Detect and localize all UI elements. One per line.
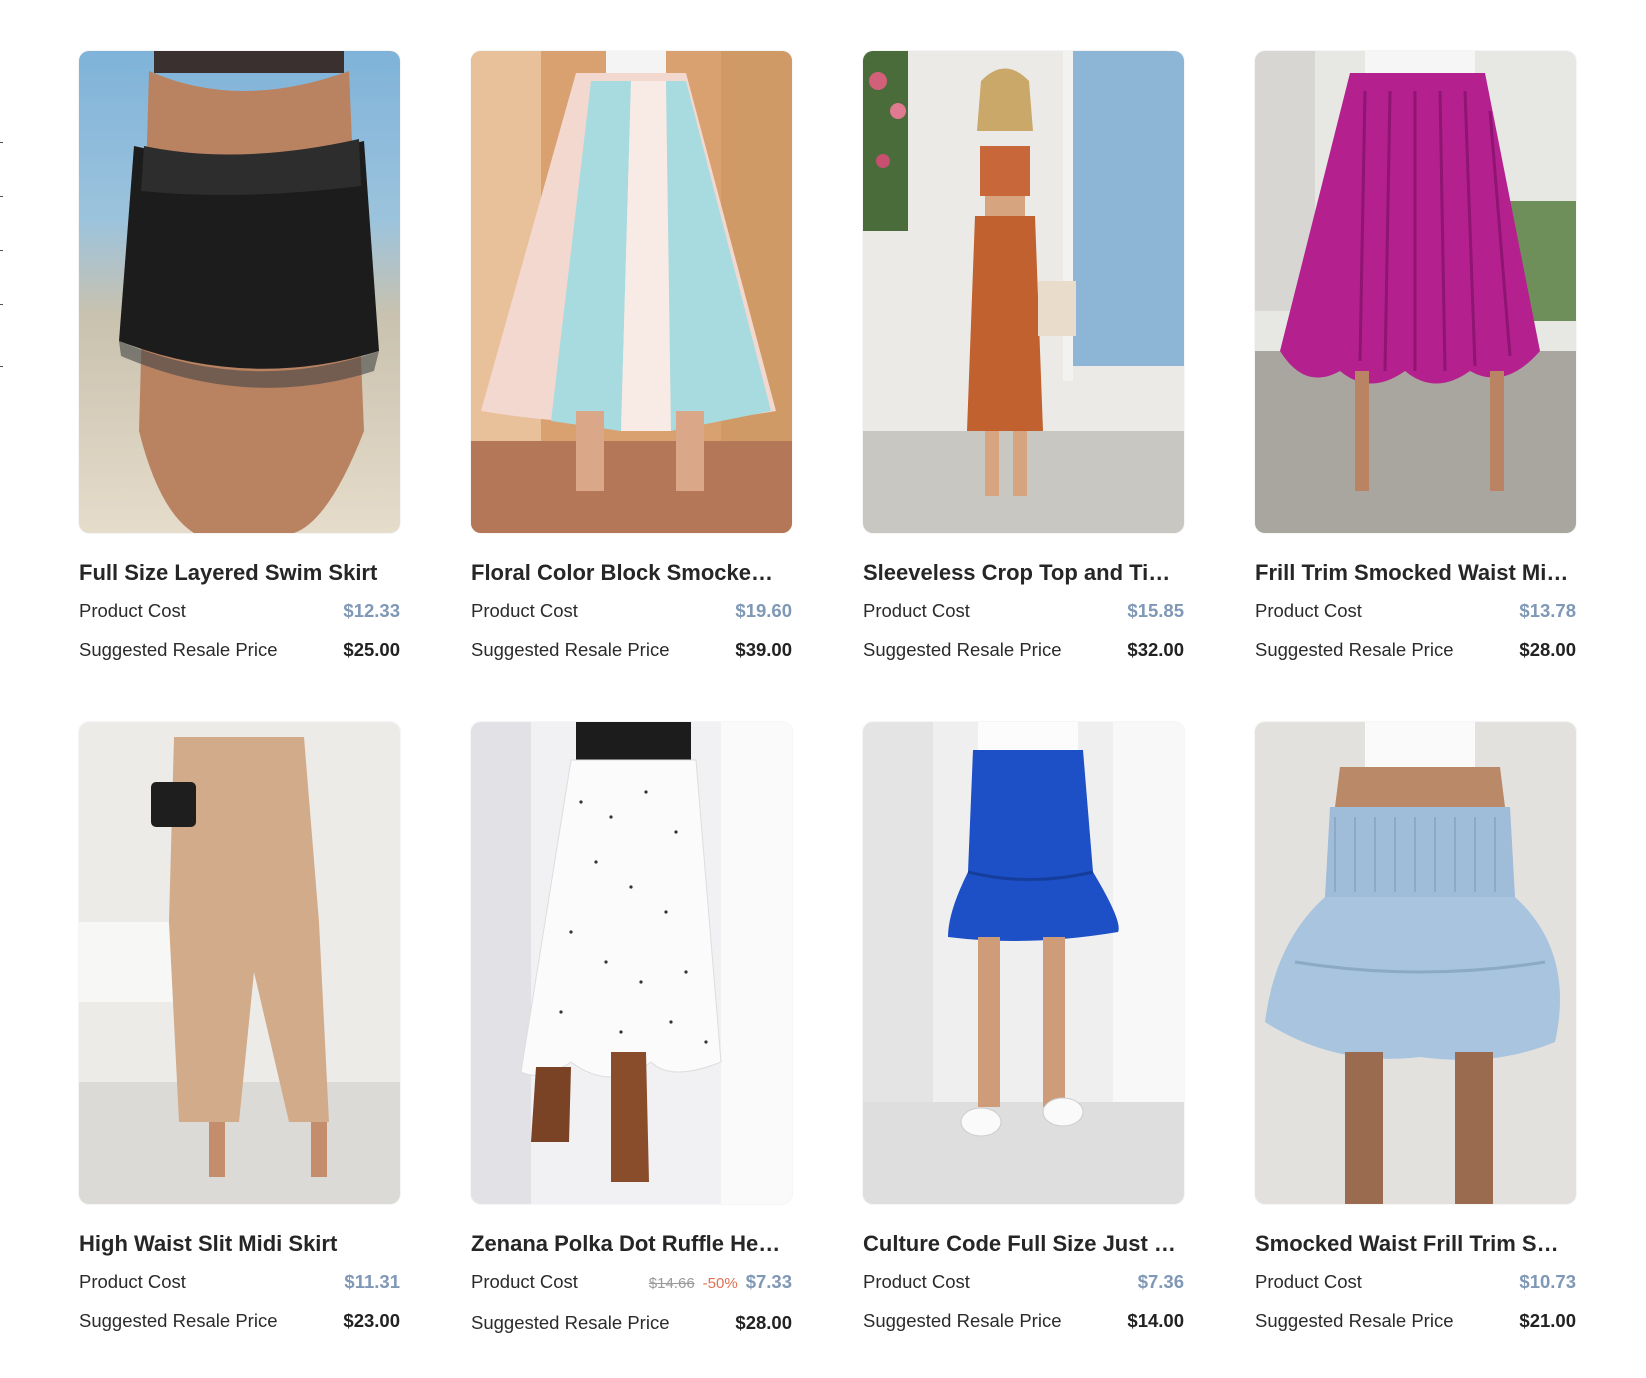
resale-price-row: Suggested Resale Price $21.00 bbox=[1255, 1309, 1576, 1333]
product-card[interactable]: Frill Trim Smocked Waist Mi… Product Cos… bbox=[1255, 51, 1576, 662]
product-cost-value: $11.31 bbox=[344, 1271, 400, 1292]
product-cost-row: Product Cost $19.60 bbox=[471, 599, 792, 623]
product-cost-label: Product Cost bbox=[471, 1271, 578, 1292]
resale-price-row: Suggested Resale Price $28.00 bbox=[1255, 638, 1576, 662]
product-card[interactable]: Smocked Waist Frill Trim S… Product Cost… bbox=[1255, 722, 1576, 1335]
resale-price-value: $39.00 bbox=[735, 639, 792, 660]
resale-price-label: Suggested Resale Price bbox=[1255, 639, 1454, 660]
product-cost-label: Product Cost bbox=[471, 600, 578, 621]
product-image[interactable] bbox=[863, 51, 1184, 533]
product-title[interactable]: Sleeveless Crop Top and Ti… bbox=[863, 559, 1184, 587]
product-cost-value: $19.60 bbox=[735, 600, 792, 621]
product-image[interactable] bbox=[471, 722, 792, 1204]
resale-price-value: $25.00 bbox=[343, 639, 400, 660]
product-cost-value: $7.33 bbox=[745, 1271, 792, 1292]
product-cost-row: Product Cost $7.36 bbox=[863, 1270, 1184, 1294]
resale-price-value: $32.00 bbox=[1127, 639, 1184, 660]
product-cost-label: Product Cost bbox=[1255, 1271, 1362, 1292]
product-card[interactable]: Culture Code Full Size Just … Product Co… bbox=[863, 722, 1184, 1335]
resale-price-row: Suggested Resale Price $28.00 bbox=[471, 1311, 792, 1335]
resale-price-value: $21.00 bbox=[1519, 1310, 1576, 1331]
original-cost-value: $14.66 bbox=[648, 1275, 695, 1292]
product-image[interactable] bbox=[1255, 722, 1576, 1204]
product-cost-row: Product Cost $13.78 bbox=[1255, 599, 1576, 623]
resale-price-label: Suggested Resale Price bbox=[79, 1310, 278, 1331]
product-title[interactable]: High Waist Slit Midi Skirt bbox=[79, 1230, 400, 1258]
product-card[interactable]: Floral Color Block Smocke… Product Cost … bbox=[471, 51, 792, 662]
product-image[interactable] bbox=[79, 722, 400, 1204]
product-cost-value: $12.33 bbox=[343, 600, 400, 621]
resale-price-value: $28.00 bbox=[735, 1312, 792, 1333]
product-title[interactable]: Full Size Layered Swim Skirt bbox=[79, 559, 400, 587]
product-title[interactable]: Zenana Polka Dot Ruffle He… bbox=[471, 1230, 792, 1258]
resale-price-row: Suggested Resale Price $14.00 bbox=[863, 1309, 1184, 1333]
product-cost-value: $15.85 bbox=[1127, 600, 1184, 621]
product-card[interactable]: Full Size Layered Swim Skirt Product Cos… bbox=[79, 51, 400, 662]
product-cost-label: Product Cost bbox=[863, 600, 970, 621]
product-image[interactable] bbox=[471, 51, 792, 533]
product-cost-value: $10.73 bbox=[1519, 1271, 1576, 1292]
product-cost-row: Product Cost $10.73 bbox=[1255, 1270, 1576, 1294]
resale-price-label: Suggested Resale Price bbox=[471, 1312, 670, 1333]
product-cost-values: $14.66 -50% $7.33 bbox=[649, 1270, 792, 1296]
resale-price-value: $23.00 bbox=[343, 1310, 400, 1331]
product-cost-label: Product Cost bbox=[863, 1271, 970, 1292]
product-cost-label: Product Cost bbox=[1255, 600, 1362, 621]
product-card[interactable]: High Waist Slit Midi Skirt Product Cost … bbox=[79, 722, 400, 1335]
product-image[interactable] bbox=[79, 51, 400, 533]
discount-badge: -50% bbox=[702, 1275, 738, 1292]
product-title[interactable]: Frill Trim Smocked Waist Mi… bbox=[1255, 559, 1576, 587]
product-image[interactable] bbox=[863, 722, 1184, 1204]
resale-price-row: Suggested Resale Price $39.00 bbox=[471, 638, 792, 662]
product-image[interactable] bbox=[1255, 51, 1576, 533]
resale-price-row: Suggested Resale Price $25.00 bbox=[79, 638, 400, 662]
product-cost-row: Product Cost $15.85 bbox=[863, 599, 1184, 623]
resale-price-row: Suggested Resale Price $23.00 bbox=[79, 1309, 400, 1333]
left-edge-marks bbox=[0, 0, 4, 400]
product-cost-value: $7.36 bbox=[1137, 1271, 1184, 1292]
resale-price-value: $14.00 bbox=[1127, 1310, 1184, 1331]
product-card[interactable]: Sleeveless Crop Top and Ti… Product Cost… bbox=[863, 51, 1184, 662]
product-grid: Full Size Layered Swim Skirt Product Cos… bbox=[79, 51, 1576, 1335]
product-title[interactable]: Smocked Waist Frill Trim S… bbox=[1255, 1230, 1576, 1258]
resale-price-value: $28.00 bbox=[1519, 639, 1576, 660]
product-cost-label: Product Cost bbox=[79, 600, 186, 621]
resale-price-label: Suggested Resale Price bbox=[471, 639, 670, 660]
resale-price-label: Suggested Resale Price bbox=[863, 639, 1062, 660]
product-cost-value: $13.78 bbox=[1519, 600, 1576, 621]
resale-price-label: Suggested Resale Price bbox=[863, 1310, 1062, 1331]
product-cost-row: Product Cost $14.66 -50% $7.33 bbox=[471, 1270, 792, 1296]
resale-price-row: Suggested Resale Price $32.00 bbox=[863, 638, 1184, 662]
product-cost-row: Product Cost $11.31 bbox=[79, 1270, 400, 1294]
product-cost-label: Product Cost bbox=[79, 1271, 186, 1292]
product-title[interactable]: Floral Color Block Smocke… bbox=[471, 559, 792, 587]
product-cost-row: Product Cost $12.33 bbox=[79, 599, 400, 623]
product-title[interactable]: Culture Code Full Size Just … bbox=[863, 1230, 1184, 1258]
resale-price-label: Suggested Resale Price bbox=[79, 639, 278, 660]
resale-price-label: Suggested Resale Price bbox=[1255, 1310, 1454, 1331]
product-card[interactable]: Zenana Polka Dot Ruffle He… Product Cost… bbox=[471, 722, 792, 1335]
